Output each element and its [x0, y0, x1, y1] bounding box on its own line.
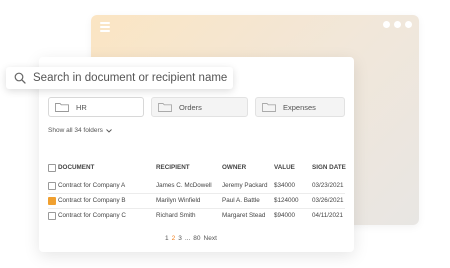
window-controls — [383, 21, 412, 28]
cell-sign-date: 03/26/2021 — [312, 197, 344, 204]
pagination: 1 2 3 ... 80 Next — [165, 235, 217, 242]
cell-owner: Jeremy Packard — [222, 182, 268, 189]
folder-label: Orders — [179, 102, 202, 112]
cell-document[interactable]: Contract for Company B — [58, 197, 126, 204]
page-link[interactable]: 80 — [193, 235, 200, 242]
cell-recipient: Richard Smith — [156, 212, 196, 219]
cell-value: $94000 — [274, 212, 296, 219]
cell-document[interactable]: Contract for Company A — [58, 182, 125, 189]
page-link[interactable]: 1 — [165, 235, 169, 242]
window-dot-icon[interactable] — [383, 21, 390, 28]
row-checkbox-checked[interactable] — [48, 197, 56, 205]
cell-sign-date: 03/23/2021 — [312, 182, 344, 189]
row-checkbox[interactable] — [48, 182, 56, 190]
folder-icon — [262, 103, 276, 112]
folder-label: HR — [76, 102, 87, 112]
select-all-checkbox[interactable] — [48, 164, 56, 172]
folder-icon — [158, 103, 172, 112]
cell-sign-date: 04/11/2021 — [312, 212, 344, 219]
chevron-down-icon — [106, 128, 112, 133]
folder-hr[interactable]: HR — [48, 97, 144, 117]
cell-document[interactable]: Contract for Company C — [58, 212, 126, 219]
cell-owner: Paul A. Battle — [222, 197, 260, 204]
cell-owner: Margaret Stead — [222, 212, 266, 219]
window-dot-icon[interactable] — [405, 21, 412, 28]
folder-icon — [55, 103, 69, 112]
window-dot-icon[interactable] — [394, 21, 401, 28]
cell-value: $124000 — [274, 197, 299, 204]
hamburger-menu-icon[interactable] — [100, 22, 110, 32]
show-all-label: Show all 34 folders — [48, 127, 103, 134]
search-input[interactable]: Search in document or recipient name — [33, 72, 227, 84]
column-header-value[interactable]: VALUE — [274, 164, 295, 171]
row-checkbox[interactable] — [48, 212, 56, 220]
page-link-active[interactable]: 2 — [172, 235, 176, 242]
page-ellipsis: ... — [184, 235, 191, 242]
search-icon — [14, 72, 26, 84]
cell-recipient: Marilyn Winfield — [156, 197, 201, 204]
folder-expenses[interactable]: Expenses — [255, 97, 345, 117]
page-link[interactable]: 3 — [178, 235, 182, 242]
folder-label: Expenses — [283, 102, 316, 112]
column-header-sign-date[interactable]: SIGN DATE — [312, 164, 346, 171]
column-header-recipient[interactable]: RECIPIENT — [156, 164, 190, 171]
show-all-folders-link[interactable]: Show all 34 folders — [48, 127, 112, 134]
cell-value: $34000 — [274, 182, 296, 189]
column-header-document[interactable]: DOCUMENT — [58, 164, 94, 171]
next-page-link[interactable]: Next — [204, 235, 217, 242]
cell-recipient: James C. McDowell — [156, 182, 212, 189]
row-divider — [48, 193, 345, 194]
column-header-owner[interactable]: OWNER — [222, 164, 246, 171]
row-divider — [48, 208, 345, 209]
search-bar[interactable]: Search in document or recipient name — [6, 67, 233, 89]
folder-orders[interactable]: Orders — [151, 97, 248, 117]
